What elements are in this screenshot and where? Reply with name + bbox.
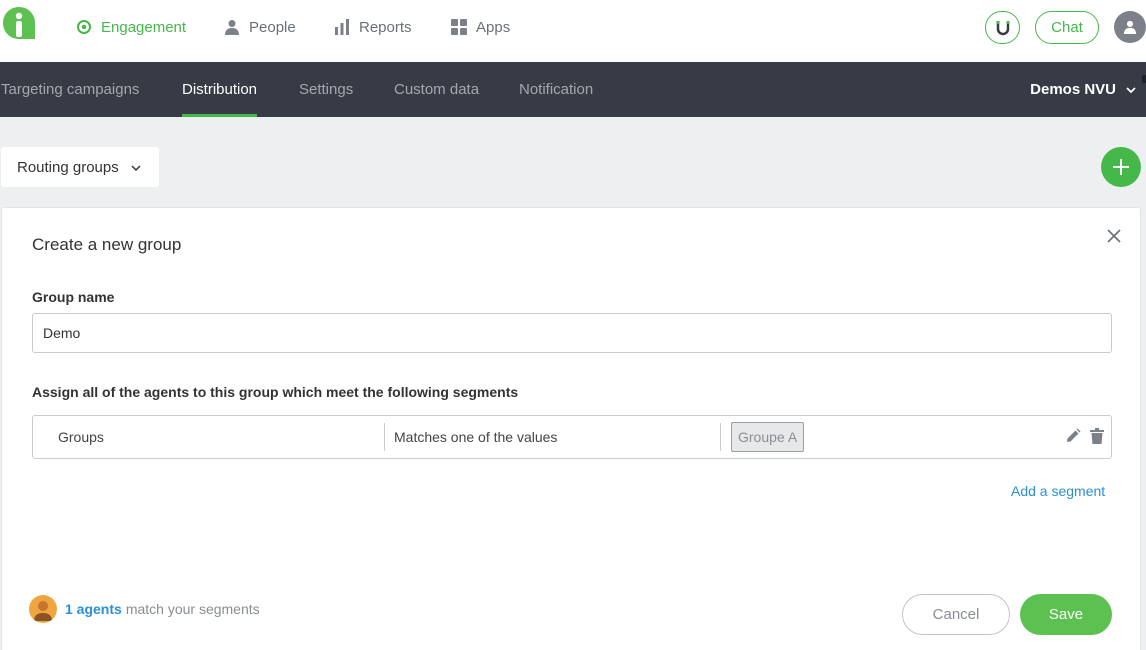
- user-avatar[interactable]: [1114, 11, 1146, 43]
- cancel-button[interactable]: Cancel: [902, 594, 1010, 635]
- user-icon: [1123, 20, 1137, 34]
- chevron-down-icon: [131, 159, 141, 176]
- tab-targeting-campaigns[interactable]: Targeting campaigns: [1, 62, 139, 117]
- tab-notification[interactable]: Notification: [519, 62, 593, 117]
- top-navigation-bar: Engagement People Reports Apps Chat: [0, 0, 1146, 62]
- chat-button[interactable]: Chat: [1035, 11, 1099, 44]
- tab-custom-data[interactable]: Custom data: [394, 62, 479, 117]
- magnet-icon: [996, 20, 1009, 35]
- segment-operator-select[interactable]: Matches one of the values: [394, 416, 557, 458]
- save-button[interactable]: Save: [1020, 594, 1112, 635]
- assign-segments-label: Assign all of the agents to this group w…: [32, 384, 519, 400]
- segment-divider: [384, 423, 385, 451]
- routing-groups-label: Routing groups: [17, 158, 119, 176]
- routing-groups-dropdown[interactable]: Routing groups: [1, 147, 159, 187]
- grid-icon: [451, 19, 467, 35]
- nav-apps-label: Apps: [476, 18, 511, 36]
- target-icon: [76, 19, 92, 35]
- sub-navigation-bar: Targeting campaigns Distribution Setting…: [0, 62, 1146, 117]
- agents-match-text: match your segments: [125, 601, 260, 617]
- nav-reports-label: Reports: [359, 18, 412, 36]
- nav-people-label: People: [249, 18, 296, 36]
- nav-engagement[interactable]: Engagement: [76, 15, 186, 39]
- close-icon[interactable]: [1104, 226, 1124, 246]
- segment-row: Groups Matches one of the values Groupe …: [32, 415, 1112, 459]
- group-name-label: Group name: [32, 289, 115, 305]
- tab-distribution[interactable]: Distribution: [182, 62, 258, 117]
- account-name: Demos NVU: [1030, 81, 1116, 98]
- add-segment-link[interactable]: Add a segment: [1011, 483, 1105, 499]
- pencil-icon[interactable]: [1065, 428, 1081, 444]
- agents-count-link[interactable]: 1 agents: [65, 601, 122, 617]
- group-name-input[interactable]: [32, 313, 1112, 353]
- nav-reports[interactable]: Reports: [334, 15, 412, 39]
- agent-avatar: [29, 595, 57, 623]
- bar-chart-icon: [334, 19, 350, 35]
- card-title: Create a new group: [32, 235, 182, 254]
- segment-value-tag[interactable]: Groupe A: [731, 422, 805, 452]
- create-group-card: Create a new group Group name Assign all…: [1, 207, 1141, 650]
- account-selector[interactable]: Demos NVU: [1030, 62, 1136, 117]
- agents-match-summary: 1 agents match your segments: [29, 595, 260, 623]
- notification-dot: [1142, 75, 1146, 83]
- plus-icon: [1113, 159, 1129, 175]
- chevron-down-icon: [1126, 81, 1136, 98]
- segment-field-select[interactable]: Groups: [58, 416, 104, 458]
- trash-icon[interactable]: [1090, 428, 1104, 444]
- iadvize-logo[interactable]: [2, 6, 36, 40]
- nav-apps[interactable]: Apps: [451, 15, 510, 39]
- add-group-button[interactable]: [1101, 147, 1141, 187]
- segment-divider: [720, 423, 721, 451]
- nav-people[interactable]: People: [224, 15, 296, 39]
- nav-engagement-label: Engagement: [101, 18, 187, 36]
- tab-settings[interactable]: Settings: [299, 62, 353, 117]
- person-icon: [224, 19, 240, 35]
- magnet-button[interactable]: [985, 11, 1020, 44]
